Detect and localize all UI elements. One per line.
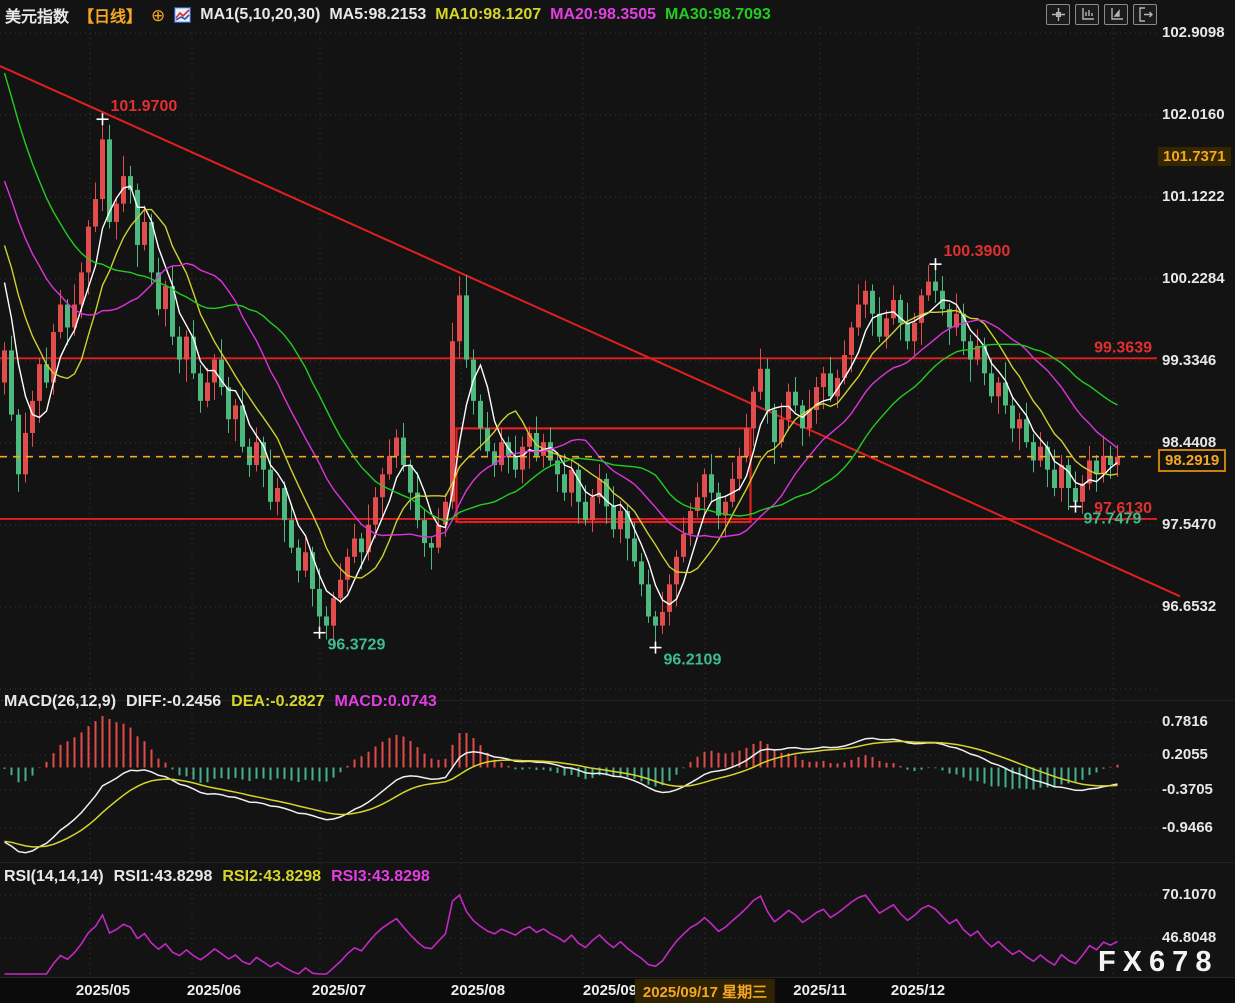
ma5-value: MA5:98.2153 bbox=[329, 6, 426, 24]
kline-chart-app: 101.9700100.390096.372996.210997.747999.… bbox=[0, 0, 1235, 1003]
svg-text:97.6130: 97.6130 bbox=[1094, 500, 1152, 517]
macd-diff-value: DIFF:-0.2456 bbox=[126, 693, 221, 711]
ma30-value: MA30:98.7093 bbox=[665, 6, 771, 24]
candlestick-series bbox=[2, 119, 1120, 647]
axis-label: 99.3346 bbox=[1162, 352, 1216, 369]
axis-label: 97.5470 bbox=[1162, 516, 1216, 533]
exit-chart-icon[interactable] bbox=[1133, 4, 1157, 25]
macd-dea-value: DEA:-0.2827 bbox=[231, 693, 324, 711]
axis-label: 102.9098 bbox=[1162, 24, 1225, 41]
ma-group-label: MA1(5,10,20,30) bbox=[200, 6, 320, 24]
rsi3-value: RSI3:43.8298 bbox=[331, 868, 430, 886]
axis-label: -0.3705 bbox=[1162, 781, 1213, 798]
axis-label: 98.2919 bbox=[1158, 449, 1226, 472]
axis-label: 46.8048 bbox=[1162, 929, 1216, 946]
svg-text:99.3639: 99.3639 bbox=[1094, 339, 1152, 356]
axis-label: 100.2284 bbox=[1162, 270, 1225, 287]
time-axis-label: 2025/05 bbox=[76, 982, 130, 999]
svg-text:96.2109: 96.2109 bbox=[664, 652, 722, 669]
fx678-watermark: FX678 bbox=[1098, 946, 1218, 979]
candlestick-chart-icon[interactable] bbox=[174, 7, 191, 23]
axis-label: 101.7371 bbox=[1158, 147, 1231, 166]
y-axis-scale-icon[interactable] bbox=[1075, 4, 1099, 25]
svg-text:100.3900: 100.3900 bbox=[944, 243, 1011, 260]
macd-macd-value: MACD:0.0743 bbox=[335, 693, 437, 711]
ma20-value: MA20:98.3505 bbox=[550, 6, 656, 24]
symbol-title: 美元指数 bbox=[5, 3, 69, 27]
auto-scale-icon[interactable] bbox=[1104, 4, 1128, 25]
axis-label: 102.0160 bbox=[1162, 106, 1225, 123]
dea_line bbox=[5, 741, 1118, 847]
add-indicator-icon[interactable]: ⊕ bbox=[151, 7, 165, 24]
axis-label: 101.1222 bbox=[1162, 188, 1225, 205]
axis-label: -0.9466 bbox=[1162, 819, 1213, 836]
macd-params: MACD(26,12,9) bbox=[4, 693, 116, 711]
svg-text:96.3729: 96.3729 bbox=[328, 637, 386, 654]
macd-header: MACD(26,12,9) DIFF:-0.2456 DEA:-0.2827 M… bbox=[4, 691, 437, 713]
time-axis-label: 2025/12 bbox=[891, 982, 945, 999]
ma10-value: MA10:98.1207 bbox=[435, 6, 541, 24]
crosshair-move-icon[interactable] bbox=[1046, 4, 1070, 25]
rsi2-value: RSI2:43.8298 bbox=[222, 868, 321, 886]
selected-date-badge: 2025/09/17 星期三 bbox=[635, 979, 775, 1003]
chart-toolbar bbox=[1046, 4, 1157, 25]
rsi-line bbox=[5, 895, 1118, 974]
period-label[interactable]: 【日线】 bbox=[78, 3, 142, 27]
axis-label: 0.7816 bbox=[1162, 713, 1208, 730]
time-axis-label: 2025/08 bbox=[451, 982, 505, 999]
axis-label: 0.2055 bbox=[1162, 746, 1208, 763]
rsi1-value: RSI1:43.8298 bbox=[114, 868, 213, 886]
time-axis-label: 2025/06 bbox=[187, 982, 241, 999]
svg-text:101.9700: 101.9700 bbox=[111, 98, 178, 115]
rsi-params: RSI(14,14,14) bbox=[4, 868, 104, 886]
axis-label: 70.1070 bbox=[1162, 886, 1216, 903]
time-axis-label: 2025/11 bbox=[793, 982, 846, 999]
time-axis-label: 2025/09 bbox=[583, 982, 637, 999]
rsi-header: RSI(14,14,14) RSI1:43.8298 RSI2:43.8298 … bbox=[4, 866, 430, 888]
chart-canvas[interactable]: 101.9700100.390096.372996.210997.747999.… bbox=[0, 0, 1235, 1003]
main-header: 美元指数 【日线】 ⊕ MA1(5,10,20,30) MA5:98.2153 … bbox=[5, 4, 771, 26]
time-axis[interactable]: 2025/052025/062025/072025/082025/092025/… bbox=[0, 977, 1235, 1003]
time-axis-label: 2025/07 bbox=[312, 982, 366, 999]
axis-label: 96.6532 bbox=[1162, 598, 1216, 615]
